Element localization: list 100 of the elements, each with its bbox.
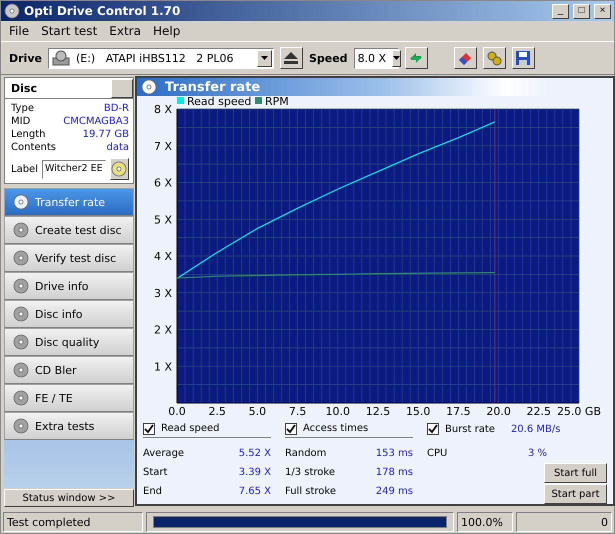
stat-value: 3 %	[528, 448, 547, 459]
speed-dropdown[interactable]: 8.0 X	[354, 48, 399, 68]
disc-icon	[13, 418, 29, 434]
legend-label: RPM	[265, 96, 289, 108]
field-label: Type	[11, 103, 34, 116]
stat-value: 5.52 X	[238, 448, 271, 459]
nav-button[interactable]: CD Bler	[4, 356, 134, 384]
stat-label: 1/3 stroke	[285, 467, 335, 478]
y-tick-label: 4 X	[154, 250, 172, 263]
disc-toggle-button[interactable]	[111, 78, 133, 98]
y-tick-label: 1 X	[154, 360, 172, 374]
x-tick-label: 12.5	[366, 405, 390, 418]
refresh-button[interactable]	[404, 47, 428, 69]
stat-value: 178 ms	[376, 467, 413, 478]
stat-label: Random	[285, 448, 326, 459]
status-message: Test completed	[3, 512, 143, 532]
nav-button[interactable]: Disc info	[4, 300, 134, 328]
checkbox[interactable]	[427, 423, 439, 435]
stat-value: 249 ms	[376, 486, 413, 497]
y-tick-label: 3 X	[154, 286, 172, 300]
stat-value: 7.65 X	[238, 486, 271, 497]
nav-button[interactable]: Extra tests	[4, 412, 134, 440]
window-control-button[interactable]: □	[573, 4, 590, 18]
checkbox-label: Access times	[303, 423, 368, 434]
disc-icon	[13, 334, 29, 350]
x-tick-label: 10.0	[326, 405, 350, 418]
nav-button[interactable]: FE / TE	[4, 384, 134, 412]
checkbox[interactable]	[143, 422, 155, 434]
nav-button[interactable]: Disc quality	[4, 328, 134, 356]
disc-title: Disc	[11, 82, 37, 94]
field-label: Length	[11, 129, 46, 142]
nav-button[interactable]: Drive info	[4, 272, 134, 300]
field-label: MID	[11, 116, 30, 129]
disc-icon	[13, 306, 29, 322]
field-value: CMCMAGBA3	[63, 116, 129, 129]
y-tick-label: 6 X	[154, 176, 172, 190]
drive-icon	[52, 50, 70, 66]
start-button[interactable]: Start part	[544, 484, 607, 504]
x-tick-label: 22.5	[526, 405, 552, 418]
stat-label: CPU	[427, 448, 448, 459]
label-field[interactable]: Witcher2 EE	[42, 160, 106, 178]
drive-label: Drive	[9, 52, 42, 64]
stat-value: 153 ms	[376, 448, 413, 459]
y-tick-label: 5 X	[154, 213, 172, 226]
nav-button[interactable]: Create test disc	[4, 216, 134, 244]
window-control-button[interactable]: _	[552, 4, 569, 18]
x-tick-label: 17.5	[446, 405, 471, 418]
panel-title: Transfer rate	[165, 80, 260, 94]
disc-icon	[13, 390, 29, 406]
checkbox[interactable]	[285, 422, 297, 434]
field-label: Contents	[11, 142, 56, 155]
menu-item[interactable]: Help	[146, 24, 186, 38]
x-tick-label: 0.0	[168, 405, 186, 418]
disc-icon	[13, 250, 29, 266]
progress-percent: 100.0%	[457, 512, 513, 532]
x-tick-label: 15.0	[406, 405, 430, 418]
start-button[interactable]: Start full	[544, 463, 607, 483]
eject-icon	[284, 52, 298, 64]
menu-item[interactable]: File	[3, 24, 36, 38]
save-icon	[515, 50, 532, 66]
stat-value: 20.6 MB/s	[510, 424, 560, 434]
nav-button[interactable]: Verify test disc	[4, 244, 134, 272]
field-value: 19.77 GB	[82, 129, 129, 142]
stat-label: Average	[143, 448, 184, 459]
speed-label: Speed	[308, 52, 348, 64]
caret-icon	[393, 56, 400, 60]
field-value: data	[106, 142, 129, 155]
menu-item[interactable]: Extra	[103, 24, 147, 38]
disc-icon	[4, 3, 20, 19]
disc-icon	[13, 222, 29, 238]
y-tick-label: 2 X	[154, 324, 172, 336]
caret-icon	[260, 56, 268, 60]
x-tick-label: 5.0	[248, 405, 266, 418]
disc-icon	[141, 79, 157, 95]
window-title: Opti Drive Control 1.70	[24, 4, 182, 18]
field-label: Label	[11, 164, 38, 174]
settings-button[interactable]	[482, 47, 506, 69]
stat-label: End	[143, 486, 162, 497]
disc-icon	[13, 362, 29, 378]
y-tick-label: 8 X	[154, 103, 172, 116]
status-count: 0	[516, 512, 612, 532]
window-control-button[interactable]: ×	[594, 4, 611, 18]
erase-button[interactable]	[454, 47, 477, 69]
disc-button[interactable]	[110, 158, 129, 180]
nav-button[interactable]: Transfer rate	[4, 188, 134, 216]
drive-dropdown[interactable]: (E:) ATAPI iHBS112 2 PL06	[48, 48, 274, 68]
disc-icon	[13, 278, 29, 294]
save-button[interactable]	[512, 47, 535, 69]
y-tick-label: 7 X	[154, 140, 172, 153]
x-tick-label: 2.5	[208, 405, 226, 418]
x-tick-label: 25.0 GB	[556, 405, 601, 418]
checkbox-label: Read speed	[161, 423, 220, 434]
eject-button[interactable]	[280, 47, 303, 69]
eraser-icon	[457, 50, 474, 66]
x-tick-label: 20.0	[486, 405, 511, 418]
stat-label: Full stroke	[285, 486, 336, 497]
disc-icon	[111, 161, 128, 177]
field-value: BD-R	[104, 103, 129, 116]
menu-item[interactable]: Start test	[35, 24, 104, 38]
status-window-button[interactable]: Status window >>	[4, 489, 134, 507]
